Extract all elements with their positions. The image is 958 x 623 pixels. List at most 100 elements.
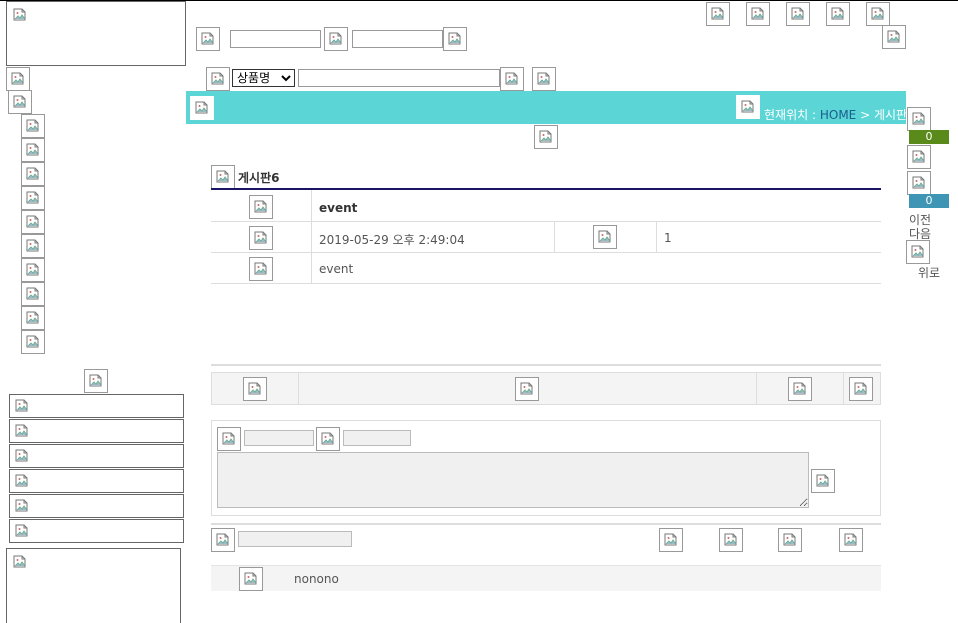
breadcrumb-home-link[interactable]: HOME xyxy=(820,108,856,122)
category-item-icon[interactable] xyxy=(21,138,45,162)
search-category-select[interactable]: 상품명 xyxy=(232,69,295,87)
comment-search-input[interactable] xyxy=(238,531,352,547)
broken-image-icon xyxy=(13,555,26,568)
top-menu-extra-icon[interactable] xyxy=(882,25,906,49)
broken-image-icon xyxy=(26,143,39,156)
category-item-icon[interactable] xyxy=(21,330,45,354)
top-menu-join-icon[interactable] xyxy=(706,2,730,26)
category-item-icon[interactable] xyxy=(21,282,45,306)
quick-top-link[interactable]: 위로 xyxy=(918,264,940,281)
top-menu-board-icon[interactable] xyxy=(866,2,890,26)
community-item-icon xyxy=(11,395,35,419)
column-divider xyxy=(843,372,844,405)
post-actions-bar xyxy=(211,372,881,405)
customer-center-box xyxy=(6,548,181,623)
password-input[interactable] xyxy=(352,30,443,48)
category-item-icon[interactable] xyxy=(21,258,45,282)
list-button-icon[interactable] xyxy=(243,377,267,401)
category-item-icon[interactable] xyxy=(21,234,45,258)
breadcrumb-separator: > xyxy=(856,108,874,122)
broken-image-icon xyxy=(244,572,257,585)
column-divider xyxy=(656,222,657,253)
quick-today-icon[interactable] xyxy=(907,145,931,169)
broken-image-icon xyxy=(911,245,924,258)
category-item-icon[interactable] xyxy=(21,162,45,186)
comment-author: nonono xyxy=(294,572,339,586)
edit-button-icon[interactable] xyxy=(788,377,812,401)
detail-search-icon[interactable] xyxy=(532,67,556,91)
comment-name-label-icon xyxy=(217,427,241,451)
broken-image-icon xyxy=(15,524,28,537)
community-item-icon xyxy=(11,520,35,544)
broken-image-icon xyxy=(741,100,754,113)
category-item-icon[interactable] xyxy=(21,114,45,138)
comment-submit-icon[interactable] xyxy=(811,469,835,493)
comment-action-icon[interactable] xyxy=(778,528,802,552)
community-item[interactable] xyxy=(9,419,184,443)
broken-image-icon xyxy=(26,335,39,348)
top-menu-mypage-icon[interactable] xyxy=(746,2,770,26)
logo[interactable] xyxy=(6,1,186,66)
broken-image-icon xyxy=(329,32,342,45)
broken-image-icon xyxy=(816,474,829,487)
broken-image-icon xyxy=(537,72,550,85)
broken-image-icon xyxy=(89,374,102,387)
broken-image-icon xyxy=(854,382,867,395)
comment-action-icon[interactable] xyxy=(719,528,743,552)
comment-action-icon[interactable] xyxy=(659,528,683,552)
top-menu-order-icon[interactable] xyxy=(826,2,850,26)
broken-image-icon xyxy=(11,72,24,85)
comment-password-label-icon xyxy=(316,427,340,451)
category-top-icon[interactable] xyxy=(8,90,32,114)
comment-author-icon xyxy=(239,567,263,591)
broken-image-icon xyxy=(15,474,28,487)
broken-image-icon xyxy=(26,239,39,252)
content-row xyxy=(211,253,881,284)
comment-textarea[interactable] xyxy=(217,452,809,508)
comment-name-input[interactable] xyxy=(244,430,314,446)
broken-image-icon xyxy=(724,533,737,546)
broken-image-icon xyxy=(831,7,844,20)
community-item[interactable] xyxy=(9,494,184,518)
delete-button-icon[interactable] xyxy=(849,377,873,401)
quick-top-icon[interactable] xyxy=(906,240,930,264)
writer-label-icon xyxy=(249,257,273,281)
post-hits: 1 xyxy=(664,231,672,245)
community-item[interactable] xyxy=(9,519,184,543)
user-id-input[interactable] xyxy=(230,30,321,48)
broken-image-icon xyxy=(211,72,224,85)
search-input[interactable] xyxy=(298,69,500,87)
community-item[interactable] xyxy=(9,394,184,418)
wish-count-badge: 0 xyxy=(909,194,949,208)
board-title-icon xyxy=(211,165,235,189)
broken-image-icon xyxy=(505,72,518,85)
category-item-icon[interactable] xyxy=(21,186,45,210)
broken-image-icon xyxy=(201,32,214,45)
broken-image-icon xyxy=(254,231,267,244)
date-label-icon xyxy=(249,226,273,250)
category-item-icon[interactable] xyxy=(21,306,45,330)
login-button-icon[interactable] xyxy=(443,27,467,51)
quick-cart-icon[interactable] xyxy=(907,107,931,131)
broken-image-icon xyxy=(520,382,533,395)
broken-image-icon xyxy=(321,432,334,445)
community-item[interactable] xyxy=(9,444,184,468)
reply-button-icon[interactable] xyxy=(515,377,539,401)
post-subject: event xyxy=(319,201,358,215)
broken-image-icon xyxy=(13,8,26,21)
logo-image-icon xyxy=(9,4,33,28)
id-label-icon[interactable] xyxy=(324,27,348,51)
category-item-icon[interactable] xyxy=(21,210,45,234)
top-menu-cart-icon[interactable] xyxy=(786,2,810,26)
column-divider xyxy=(298,372,299,405)
broken-image-icon xyxy=(793,382,806,395)
search-button-icon[interactable] xyxy=(500,67,524,91)
info-row xyxy=(211,222,881,253)
quick-wish-icon[interactable] xyxy=(907,171,931,195)
subject-label-icon xyxy=(249,195,273,219)
login-icon[interactable] xyxy=(196,27,220,51)
community-item[interactable] xyxy=(9,469,184,493)
comment-password-input[interactable] xyxy=(343,430,411,446)
comment-action-icon[interactable] xyxy=(839,528,863,552)
customer-center-icon xyxy=(9,551,33,575)
